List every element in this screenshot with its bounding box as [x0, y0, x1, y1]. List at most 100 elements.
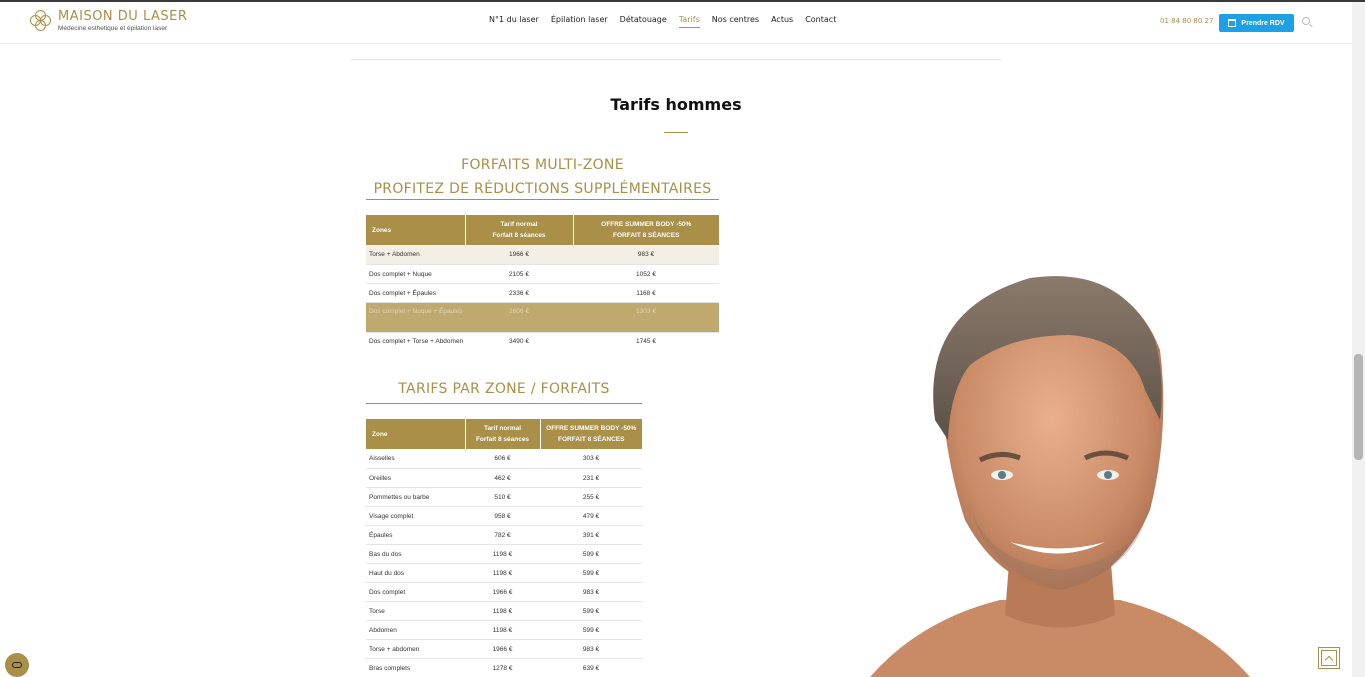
- chevron-up-icon: [1324, 655, 1334, 664]
- zone-prices-heading: TARIFS PAR ZONE / FORFAITS: [398, 381, 610, 397]
- phone-link[interactable]: 01 84 80 80 27: [1160, 17, 1213, 25]
- zone-cell: Bas du dos: [366, 544, 465, 564]
- table-row: Haut du dos 1198 €599 €: [366, 563, 642, 583]
- nav-item-detatouage[interactable]: Détatouage: [620, 15, 667, 28]
- multi-zone-heading-line2: PROFITEZ DE RÉDUCTIONS SUPPLÉMENTAIRES: [373, 181, 712, 197]
- multi-zone-heading-line1: FORFAITS MULTI-ZONE: [461, 157, 624, 173]
- normal-price-cell: 2336 €: [465, 283, 573, 303]
- zone-cell: Dos complet + Nuque + Épaules: [366, 302, 465, 333]
- table-row: Aisselles 606 €303 €: [366, 449, 642, 469]
- offer-price-cell: 983 €: [573, 245, 719, 265]
- zone-price-table: Zone Tarif normal Forfait 8 séances OFFRE…: [366, 419, 642, 677]
- model-portrait-image: [870, 276, 1250, 677]
- book-appointment-label: Prendre RDV: [1241, 19, 1285, 27]
- normal-price-cell: 1966 €: [465, 245, 573, 265]
- back-to-top-button[interactable]: [1318, 647, 1340, 669]
- multi-zone-heading-rule: [366, 199, 719, 200]
- zone-cell: Dos complet + Torse + Abdomen: [369, 337, 464, 345]
- table-row: Pommettes ou barbe 510 €255 €: [366, 487, 642, 507]
- brand-logo[interactable]: MAISON DU LASER Médecine esthetique et é…: [30, 10, 187, 33]
- offer-price-cell: 391 €: [540, 525, 642, 545]
- table-row: Épaules 782 €391 €: [366, 525, 642, 545]
- table-row: Dos complet + Épaules 2336 € 1168 €: [366, 283, 719, 303]
- nav-item-contact[interactable]: Contact: [805, 15, 836, 28]
- main-nav: N°1 du laser Épilation laser Détatouage …: [489, 15, 848, 28]
- table-row: Bas du dos 1198 €599 €: [366, 544, 642, 564]
- table-row: Dos complet 1966 €983 €: [366, 582, 642, 602]
- normal-price-cell: 1198 €: [465, 601, 540, 621]
- multi-zone-heading: FORFAITS MULTI-ZONE PROFITEZ DE RÉDUCTIO…: [366, 153, 719, 201]
- offer-price-cell: 231 €: [540, 468, 642, 488]
- offer-price-cell: 599 €: [540, 601, 642, 621]
- section-divider: [351, 59, 1001, 60]
- brand-tagline: Médecine esthetique et épilation laser: [58, 25, 168, 32]
- offer-price-cell: 599 €: [540, 563, 642, 583]
- nav-item-n1-laser[interactable]: N°1 du laser: [489, 15, 539, 28]
- nav-item-tarifs[interactable]: Tarifs: [678, 15, 700, 28]
- page-title: Tarifs hommes: [610, 95, 742, 114]
- normal-price-cell: 1966 €: [465, 639, 540, 659]
- table-row: Oreilles 462 €231 €: [366, 468, 642, 488]
- zone-prices-heading-rule: [366, 403, 642, 404]
- offer-price-cell: 1303 €: [573, 302, 719, 333]
- calendar-icon: [1228, 19, 1237, 27]
- title-underline: [664, 132, 688, 133]
- nav-item-actus[interactable]: Actus: [771, 15, 793, 28]
- offer-price-cell: 1052 €: [573, 264, 719, 284]
- zone-cell: Aisselles: [366, 449, 465, 469]
- normal-price-cell: 2105 €: [465, 264, 573, 284]
- table-row: Abdomen 1198 €599 €: [366, 620, 642, 640]
- zone-cell: Oreilles: [366, 468, 465, 488]
- zone-cell: Torse + abdomen: [366, 639, 465, 659]
- offer-price-cell: 639 €: [540, 658, 642, 677]
- table-row: Dos complet + Torse + Abdomen 3490 € 174…: [366, 332, 719, 362]
- scrollbar-thumb[interactable]: [1354, 354, 1363, 460]
- col-header-offer: OFFRE SUMMER BODY -50% FORFAIT 8 SÉANCES: [540, 419, 642, 449]
- zone-cell: Abdomen: [366, 620, 465, 640]
- offer-price-cell: 599 €: [540, 544, 642, 564]
- brand-name: MAISON DU LASER: [58, 9, 188, 24]
- normal-price-cell: 606 €: [465, 449, 540, 469]
- zone-cell: Dos complet: [366, 582, 465, 602]
- offer-price-cell: 983 €: [540, 582, 642, 602]
- normal-price-cell: 2606 €: [465, 302, 573, 333]
- nav-item-epilation[interactable]: Épilation laser: [551, 15, 608, 28]
- table-row: Torse + Abdomen 1966 € 983 €: [366, 245, 719, 265]
- cookie-icon: [12, 662, 22, 668]
- cookie-settings-button[interactable]: [5, 653, 29, 677]
- col-header-zones: Zones: [366, 215, 466, 245]
- scrollbar-track[interactable]: [1352, 2, 1365, 677]
- site-header: MAISON DU LASER Médecine esthetique et é…: [0, 2, 1352, 44]
- table-row-highlighted: Dos complet + Nuque + Épaules 2606 € 130…: [366, 302, 719, 333]
- normal-price-cell: 1198 €: [465, 620, 540, 640]
- table-row: Visage complet 958 €479 €: [366, 506, 642, 526]
- nav-item-centres[interactable]: Nos centres: [712, 15, 759, 28]
- zone-cell: Dos complet + Épaules: [366, 283, 465, 303]
- search-icon[interactable]: [1302, 17, 1310, 25]
- normal-price-cell: 1198 €: [465, 563, 540, 583]
- zone-cell: Haut du dos: [366, 563, 465, 583]
- zone-cell: Bras complets: [366, 658, 465, 677]
- table-row: Bras complets 1278 €639 €: [366, 658, 642, 677]
- zone-cell: Épaules: [366, 525, 465, 545]
- offer-price-cell: 599 €: [540, 620, 642, 640]
- normal-price-cell: 1278 €: [465, 658, 540, 677]
- col-header-normal: Tarif normal Forfait 8 séances: [465, 215, 574, 245]
- normal-price-cell: 1198 €: [465, 544, 540, 564]
- multi-zone-price-table: Zones Tarif normal Forfait 8 séances OFFR…: [366, 215, 719, 362]
- offer-price-cell: 303 €: [540, 449, 642, 469]
- normal-price-cell: 958 €: [465, 506, 540, 526]
- zone-cell: Pommettes ou barbe: [366, 487, 465, 507]
- normal-price-cell: 782 €: [465, 525, 540, 545]
- book-appointment-button[interactable]: Prendre RDV: [1219, 14, 1294, 32]
- table-row: Torse + abdomen 1966 €983 €: [366, 639, 642, 659]
- normal-price-cell: 510 €: [465, 487, 540, 507]
- table-row: Torse 1198 €599 €: [366, 601, 642, 621]
- zone-cell: Dos complet + Nuque: [366, 264, 465, 284]
- zone-cell: Visage complet: [366, 506, 465, 526]
- table-row: Dos complet + Nuque 2105 € 1052 €: [366, 264, 719, 284]
- col-header-normal: Tarif normal Forfait 8 séances: [465, 419, 541, 449]
- offer-price-cell: 1745 €: [636, 337, 656, 345]
- normal-price-cell: 1966 €: [465, 582, 540, 602]
- zone-cell: Torse: [366, 601, 465, 621]
